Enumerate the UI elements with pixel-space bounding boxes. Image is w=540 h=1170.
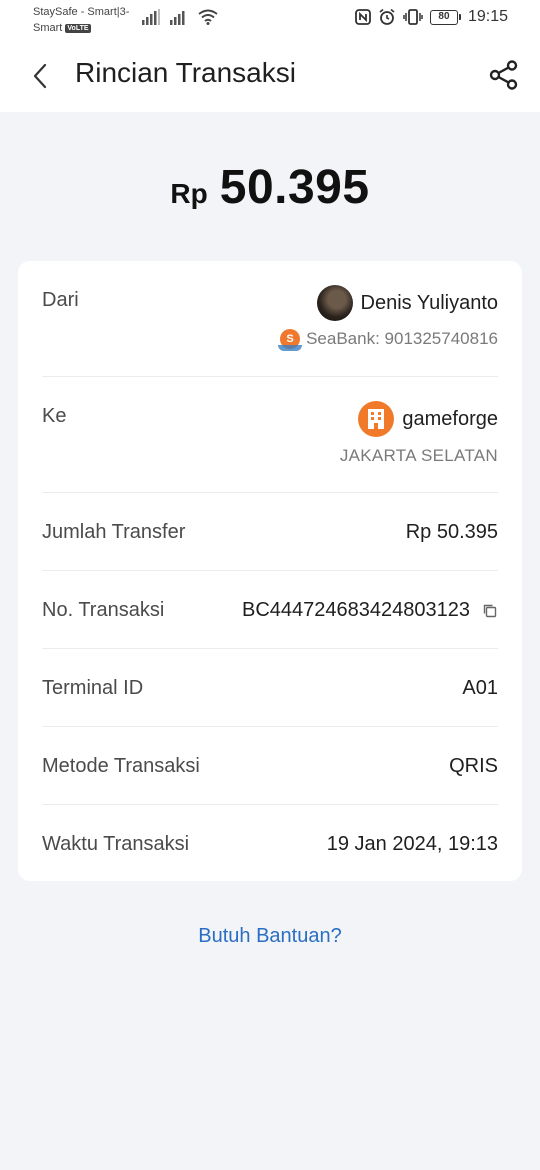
transfer-amount-value: Rp 50.395 — [405, 521, 498, 543]
signal-icon — [142, 9, 160, 25]
copy-icon[interactable] — [482, 603, 498, 619]
transaction-no-value: BC444724683424803123 — [242, 599, 470, 621]
help-link[interactable]: Butuh Bantuan? — [0, 925, 540, 948]
transfer-amount-row: Jumlah Transfer Rp 50.395 — [42, 493, 498, 570]
signal-icon — [170, 11, 185, 25]
sender-bank: S SeaBank: 901325740816 — [278, 329, 498, 351]
sender-name: Denis Yuliyanto — [360, 291, 499, 314]
clock: 19:15 — [467, 8, 508, 25]
method-value: QRIS — [449, 755, 498, 777]
status-right: 80 19:15 — [355, 8, 508, 26]
recipient-city: JAKARTA SELATAN — [339, 446, 498, 465]
seabank-logo-icon: S — [278, 329, 303, 351]
from-row: Dari Denis Yuliyanto S SeaBank: 90132574… — [42, 261, 498, 376]
app-bar: Rincian Transaksi — [0, 40, 540, 112]
transaction-no-label: No. Transaksi — [42, 599, 165, 621]
merchant-building-icon — [358, 401, 395, 437]
terminal-id-value: A01 — [462, 677, 498, 699]
time-row: Waktu Transaksi 19 Jan 2024, 19:13 — [42, 805, 498, 881]
recipient-name: gameforge — [402, 407, 498, 430]
recipient: gameforge — [358, 401, 498, 437]
time-value: 19 Jan 2024, 19:13 — [326, 833, 498, 855]
carrier-line2-text: Smart — [33, 22, 63, 34]
transaction-detail-card: Dari Denis Yuliyanto S SeaBank: 90132574… — [18, 261, 522, 881]
carrier-line1: StaySafe - Smart|3- — [33, 6, 130, 18]
amount-value: 50.395 — [219, 161, 370, 214]
battery-icon: 80 — [429, 9, 461, 25]
to-label: Ke — [42, 405, 67, 427]
transaction-no-row: No. Transaksi BC444724683424803123 — [42, 571, 498, 648]
wifi-icon — [198, 9, 218, 25]
alarm-icon — [379, 8, 395, 25]
transaction-amount: Rp 50.395 — [0, 160, 540, 215]
transaction-no: BC444724683424803123 — [242, 599, 498, 622]
transfer-amount-label: Jumlah Transfer — [42, 521, 186, 543]
method-row: Metode Transaksi QRIS — [42, 727, 498, 804]
carrier-info: StaySafe - Smart|3- Smart VoLTE — [33, 4, 129, 36]
nfc-icon — [355, 9, 371, 25]
back-arrow-icon — [33, 63, 47, 89]
vibrate-icon — [403, 9, 423, 25]
share-button[interactable] — [486, 56, 522, 94]
from-label: Dari — [42, 289, 79, 311]
time-label: Waktu Transaksi — [42, 833, 190, 855]
back-button[interactable] — [22, 58, 58, 94]
avatar — [316, 285, 353, 321]
volte-badge: VoLTE — [65, 24, 91, 33]
sender-bank-account: SeaBank: 901325740816 — [306, 329, 498, 348]
terminal-id-row: Terminal ID A01 — [42, 649, 498, 726]
sender: Denis Yuliyanto — [316, 285, 499, 321]
page-title: Rincian Transaksi — [75, 57, 296, 88]
amount-currency: Rp — [170, 178, 208, 209]
share-icon — [489, 60, 518, 90]
terminal-id-label: Terminal ID — [42, 677, 144, 699]
connectivity-icons — [142, 9, 218, 25]
battery-level: 80 — [429, 9, 458, 25]
carrier-line2: Smart VoLTE — [33, 20, 129, 36]
to-row: Ke gameforge JAKARTA SELATAN — [42, 377, 498, 492]
status-bar: StaySafe - Smart|3- Smart VoLTE 80 19:15 — [0, 0, 540, 40]
method-label: Metode Transaksi — [42, 755, 200, 777]
